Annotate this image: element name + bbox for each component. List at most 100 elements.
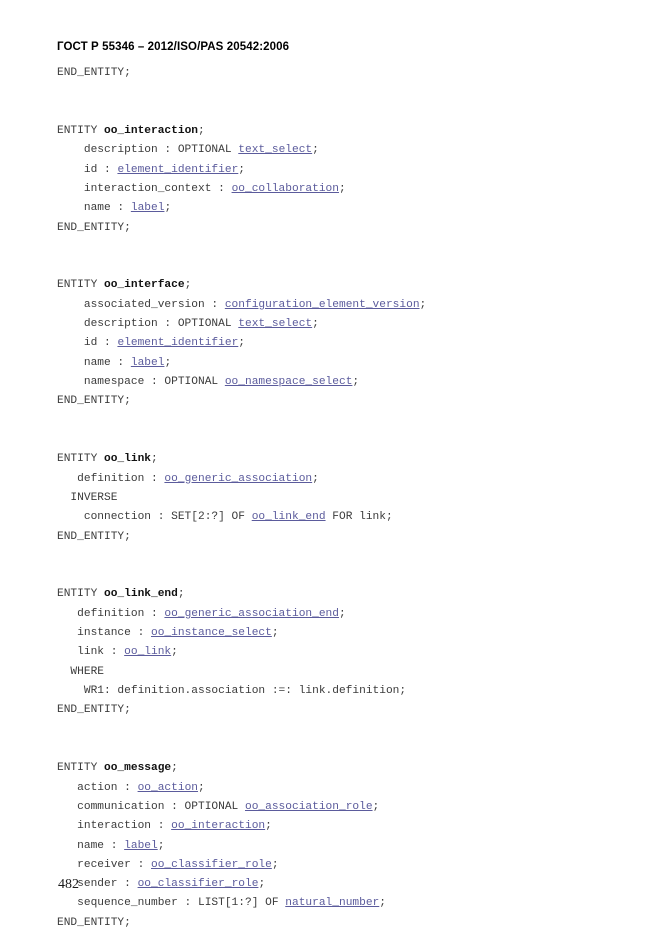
code-text: interaction_context : [57,182,232,195]
code-text: ; [419,298,427,311]
code-line: associated_version : configuration_eleme… [57,296,637,315]
code-text: ; [258,878,266,891]
code-text: associated_version : [57,298,225,311]
code-line: ENTITY oo_link_end; [57,585,637,604]
type-reference-link[interactable]: text_select [238,318,312,330]
code-text: ; [352,376,360,388]
code-text: action : [57,781,138,794]
code-text: ; [198,781,205,794]
page-number: 482 [58,877,79,892]
code-line: action : oo_action; [57,779,637,798]
code-text: ; [338,182,346,195]
code-text: ; [338,607,346,620]
type-reference-link[interactable]: natural_number [285,897,379,909]
code-text: END_ENTITY; [57,916,131,929]
code-line: definition : oo_generic_association; [57,470,637,489]
code-line: instance : oo_instance_select; [57,624,637,643]
type-reference-link[interactable]: element_identifier [117,164,238,176]
type-reference-link[interactable]: oo_link_end [252,511,326,523]
code-text: END_ENTITY; [57,530,131,543]
entity-name: oo_interaction [104,124,198,137]
code-text: namespace : OPTIONAL [57,376,225,388]
code-text: ; [151,453,158,466]
code-text: END_ENTITY; [57,704,131,717]
type-reference-link[interactable]: oo_interaction [171,820,265,832]
type-reference-link[interactable]: oo_link [124,646,171,658]
code-text: ENTITY [57,453,104,466]
code-line: namespace : OPTIONAL oo_namespace_select… [57,373,637,392]
type-reference-link[interactable]: configuration_element_version [225,299,420,311]
code-text: ; [379,897,386,910]
type-reference-link[interactable]: text_select [238,144,312,156]
type-reference-link[interactable]: oo_classifier_role [138,878,259,890]
code-text: ; [312,472,319,485]
code-text: id : [57,163,118,176]
code-line: END_ENTITY; [57,914,637,933]
code-line: description : OPTIONAL text_select; [57,141,637,160]
type-reference-link[interactable]: oo_classifier_role [151,859,272,871]
code-text: ; [265,820,272,833]
type-reference-link[interactable]: label [131,357,165,369]
document-page: ГОСТ Р 55346 – 2012/ISO/PAS 20542:2006 E… [0,0,662,935]
code-text: ENTITY [57,762,104,775]
code-line: definition : oo_generic_association_end; [57,605,637,624]
type-reference-link[interactable]: label [131,202,165,214]
code-line: name : label; [57,354,637,373]
code-text: ; [157,839,165,852]
code-text: name : [57,356,131,369]
code-line: sequence_number : LIST[1:?] OF natural_n… [57,894,637,913]
code-line: ENTITY oo_link; [57,450,637,469]
express-schema-code-block: END_ENTITY; ENTITY oo_interaction; descr… [57,64,637,935]
code-text: ; [164,202,172,215]
code-line: sender : oo_classifier_role; [57,875,637,894]
code-text: ; [238,337,246,350]
code-text: ; [198,124,205,137]
code-line: name : label; [57,199,637,218]
entity-name: oo_message [104,762,172,775]
code-line: description : OPTIONAL text_select; [57,315,637,334]
type-reference-link[interactable]: element_identifier [117,337,238,349]
code-text: name : [57,839,125,852]
code-text: ; [171,646,178,659]
code-line: id : element_identifier; [57,334,637,353]
type-reference-link[interactable]: label [124,840,158,852]
type-reference-link[interactable]: oo_namespace_select [225,376,353,388]
code-text: ENTITY [57,279,104,292]
code-line: link : oo_link; [57,643,637,662]
code-line: END_ENTITY; [57,392,637,411]
entity-name: oo_link_end [104,588,178,601]
code-line: ENTITY oo_interface; [57,276,637,295]
code-line: interaction_context : oo_collaboration; [57,180,637,199]
code-text: ; [171,762,178,775]
type-reference-link[interactable]: oo_association_role [245,801,373,813]
code-text: ; [312,144,319,157]
code-line: connection : SET[2:?] OF oo_link_end FOR… [57,508,637,527]
code-text: END_ENTITY; [57,221,131,234]
code-line: END_ENTITY; [57,701,637,720]
code-text: INVERSE [57,491,118,504]
code-text: FOR link; [325,511,393,524]
code-line: WR1: definition.association :=: link.def… [57,682,637,701]
code-line: INVERSE [57,489,637,508]
code-text: id : [57,337,118,350]
type-reference-link[interactable]: oo_instance_select [151,627,272,639]
code-text: ; [238,163,246,176]
code-text: link : [57,646,125,659]
code-text: ; [164,356,172,369]
type-reference-link[interactable]: oo_action [138,782,198,794]
type-reference-link[interactable]: oo_generic_association_end [164,608,339,620]
type-reference-link[interactable]: oo_collaboration [232,183,339,195]
code-line: WHERE [57,663,637,682]
code-line: END_ENTITY; [57,528,637,547]
code-text: description : OPTIONAL [57,318,239,331]
code-line: receiver : oo_classifier_role; [57,856,637,875]
code-text: connection : SET[2:?] OF [57,511,252,524]
type-reference-link[interactable]: oo_generic_association [164,473,312,485]
